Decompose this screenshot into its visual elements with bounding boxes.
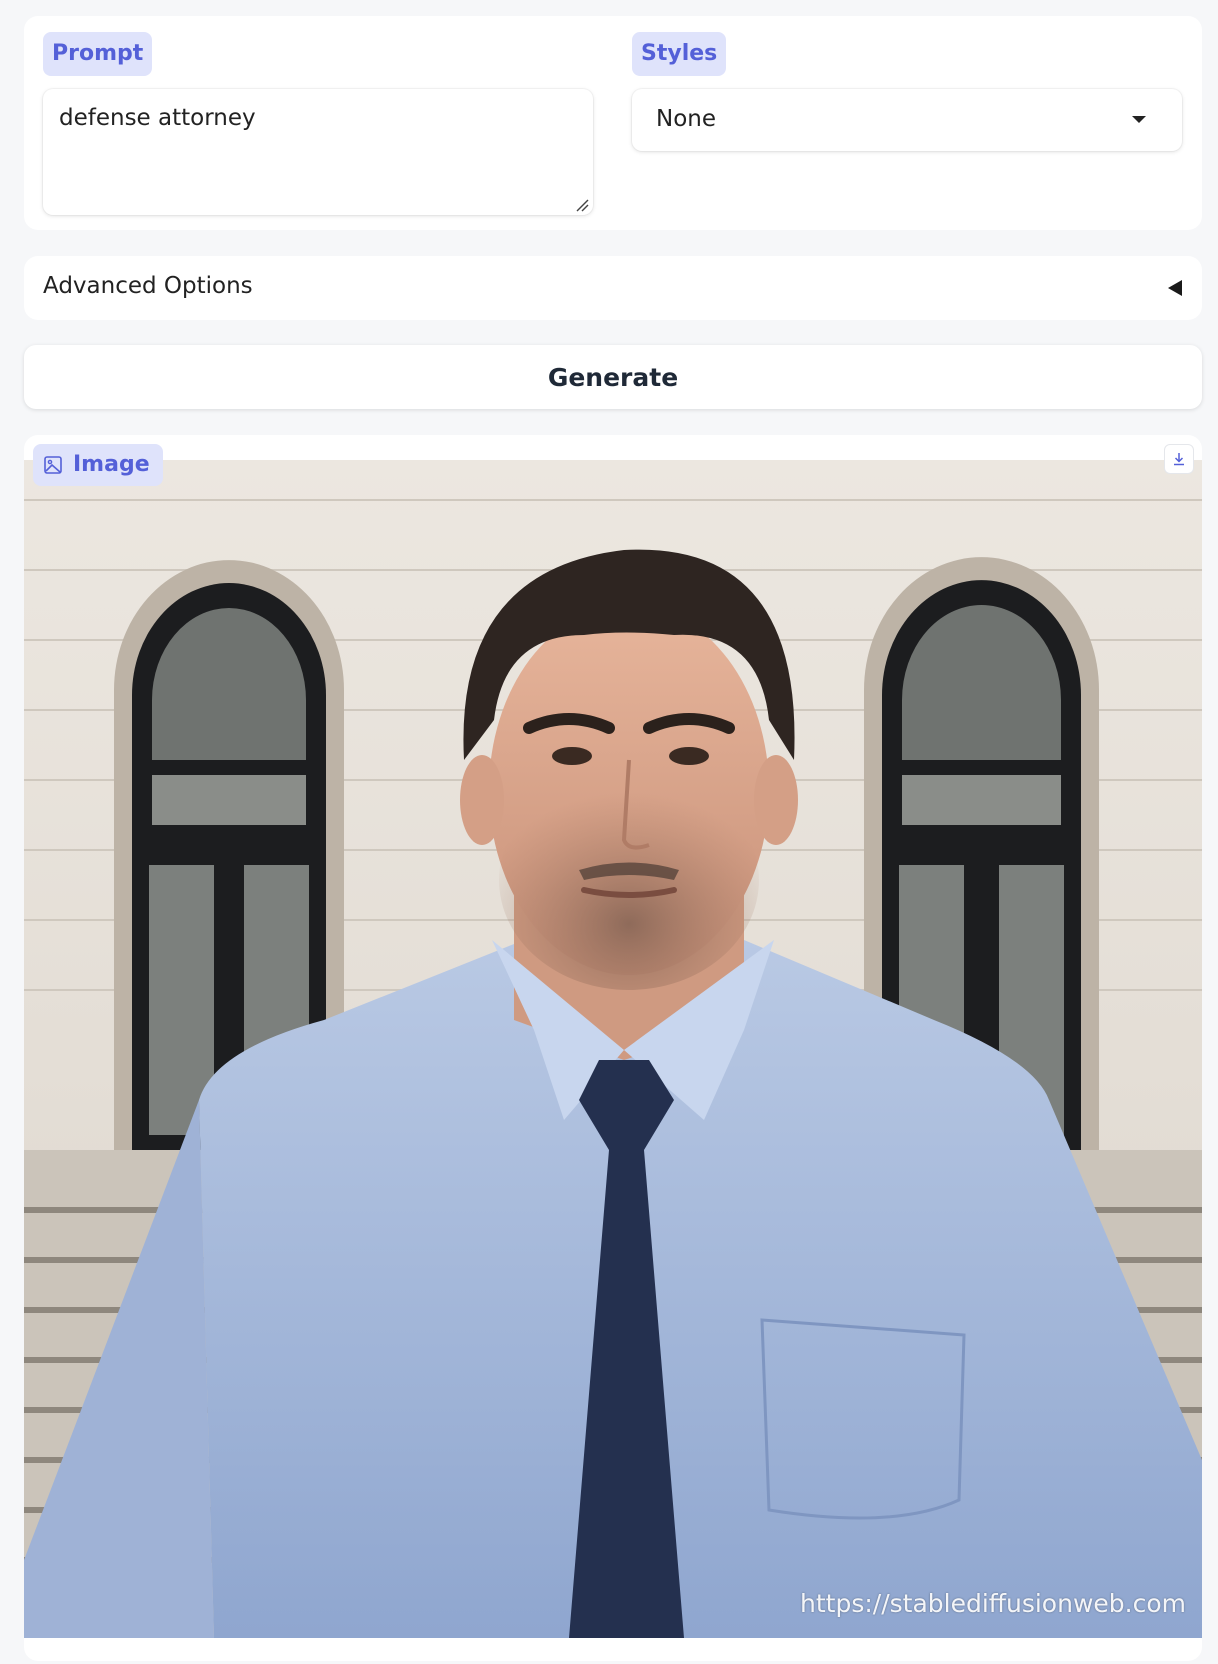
advanced-options-accordion[interactable]: Advanced Options (24, 256, 1202, 320)
styles-dropdown[interactable]: None (632, 89, 1182, 151)
resize-grip-icon[interactable] (575, 198, 589, 212)
prompt-textarea[interactable]: defense attorney (43, 89, 593, 215)
input-panel: Prompt defense attorney Styles None (24, 16, 1202, 230)
styles-label: Styles (632, 32, 727, 76)
triangle-left-icon[interactable] (1168, 280, 1182, 296)
image-icon (44, 456, 62, 474)
generated-portrait-image (24, 460, 1202, 1638)
prompt-text: defense attorney (59, 105, 256, 131)
prompt-label: Prompt (43, 32, 153, 76)
output-image-panel: Image https://stablediffusionweb.com (24, 435, 1202, 1661)
download-icon (1174, 453, 1184, 466)
styles-selected-value: None (656, 106, 717, 132)
image-label-text: Image (73, 452, 150, 477)
chevron-down-icon (1132, 116, 1146, 123)
generated-image[interactable]: https://stablediffusionweb.com (24, 460, 1202, 1638)
download-button[interactable] (1164, 444, 1194, 474)
image-label: Image (33, 444, 163, 486)
advanced-options-label: Advanced Options (43, 273, 253, 299)
watermark-text: https://stablediffusionweb.com (800, 1589, 1186, 1618)
generate-button[interactable]: Generate (24, 345, 1202, 409)
